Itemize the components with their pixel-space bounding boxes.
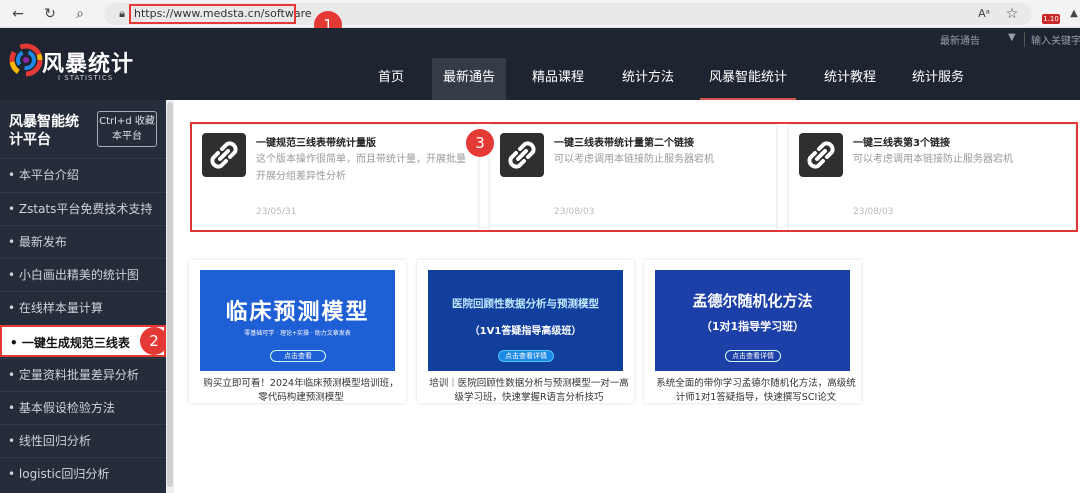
link-icon <box>500 133 544 177</box>
site-logo[interactable]: 风暴统计 I STATISTICS <box>6 36 138 92</box>
banner-button[interactable]: 点击查看 <box>270 350 326 362</box>
favorite-star-icon[interactable]: ☆ <box>1002 4 1022 24</box>
link-icon <box>202 133 246 177</box>
link-card-1[interactable]: 一键规范三线表带统计量版 这个版本操作很简单，而且带统计量，开展批量开展分组差异… <box>192 125 478 230</box>
sidebar-item-charts[interactable]: • 小白画出精美的统计图 <box>0 258 166 290</box>
scrollbar[interactable] <box>166 100 174 493</box>
sidebar-title: 风暴智能统计平台 <box>9 114 79 148</box>
annotation-marker-2: 2 <box>140 327 168 355</box>
banner-subtitle: （1对1指导学习班） <box>700 320 805 333</box>
nav-latest[interactable]: 最新通告 <box>432 58 506 100</box>
course-banner[interactable]: 医院回顾性数据分析与预测模型 （1V1答疑指导高级班） 点击查看详情 <box>428 270 623 371</box>
read-aloud-icon[interactable]: Aᵃ <box>974 4 994 24</box>
card-title[interactable]: 一键规范三线表带统计量版 <box>256 134 376 149</box>
extension-icon[interactable]: ▲ <box>1064 4 1080 24</box>
back-icon[interactable]: ← <box>8 4 28 24</box>
banner-title: 临床预测模型 <box>225 300 370 325</box>
sidebar-item-latest[interactable]: • 最新发布 <box>0 225 166 257</box>
link-icon <box>799 133 843 177</box>
nav-services[interactable]: 统计服务 <box>904 58 972 100</box>
course-banner[interactable]: 临床预测模型 零基础可学 · 理论+实操 · 助力文章发表 点击查看 <box>200 270 395 371</box>
sidebar-item-support[interactable]: • Zstats平台免费技术支持 <box>0 192 166 224</box>
search-icon[interactable]: ⌕ <box>70 4 90 24</box>
course-description[interactable]: 培训｜医院回顾性数据分析与预测模型一对一高级学习班，快速掌握R语言分析技巧 <box>429 377 629 405</box>
logo-mark-icon <box>9 43 43 77</box>
scrollbar-thumb[interactable] <box>167 102 173 487</box>
nav-courses[interactable]: 精品课程 <box>524 58 592 100</box>
card-date: 23/05/31 <box>256 207 297 217</box>
banner-button[interactable]: 点击查看详情 <box>498 350 554 362</box>
chevron-down-icon[interactable]: ▼ <box>1008 32 1016 43</box>
banner-subtitle: （1V1答疑指导高级班） <box>469 326 582 337</box>
course-description[interactable]: 购买立即可看！2024年临床预测模型培训班，零代码构建预测模型 <box>201 377 401 405</box>
link-card-2[interactable]: 一键三线表带统计量第二个链接 可以考虑调用本链接防止服务器宕机 23/08/03 <box>490 125 776 230</box>
link-card-3[interactable]: 一键三线表第3个链接 可以考虑调用本链接防止服务器宕机 23/08/03 <box>789 125 1075 230</box>
url-highlight-box <box>129 4 296 24</box>
sidebar-item-hypothesis[interactable]: • 基本假设检验方法 <box>0 391 166 423</box>
course-card-2[interactable]: 医院回顾性数据分析与预测模型 （1V1答疑指导高级班） 点击查看详情 培训｜医院… <box>417 260 634 403</box>
sidebar-item-logistic[interactable]: • logistic回归分析 <box>0 457 166 489</box>
bookmark-button[interactable]: Ctrl+d 收藏本平台 <box>97 111 157 147</box>
course-banner[interactable]: 孟德尔随机化方法 （1对1指导学习班） 点击查看详情 <box>655 270 850 371</box>
logo-subtext: I STATISTICS <box>58 74 114 82</box>
extension-badge[interactable]: 1.10 <box>1042 14 1060 24</box>
sidebar-item-batch-diff[interactable]: • 定量资料批量差异分析 <box>0 358 166 390</box>
nav-smart-stats[interactable]: 风暴智能统计 <box>700 58 796 100</box>
card-title[interactable]: 一键三线表第3个链接 <box>853 134 950 149</box>
banner-button[interactable]: 点击查看详情 <box>725 350 781 362</box>
refresh-icon[interactable]: ↻ <box>40 4 60 24</box>
course-card-3[interactable]: 孟德尔随机化方法 （1对1指导学习班） 点击查看详情 系统全面的带你学习孟德尔随… <box>644 260 861 403</box>
nav-methods[interactable]: 统计方法 <box>614 58 682 100</box>
sidebar-item-intro[interactable]: • 本平台介绍 <box>0 158 166 190</box>
banner-title: 孟德尔随机化方法 <box>692 292 813 310</box>
annotation-marker-3: 3 <box>466 129 494 157</box>
banner-title: 医院回顾性数据分析与预测模型 <box>452 298 599 310</box>
card-desc: 这个版本操作很简单，而且带统计量，开展批量开展分组差异性分析 <box>256 154 466 182</box>
banner-subtitle: 零基础可学 · 理论+实操 · 助力文章发表 <box>244 330 351 337</box>
sidebar-item-linear[interactable]: • 线性回归分析 <box>0 424 166 456</box>
search-input[interactable]: 输入关键字 <box>1024 32 1080 47</box>
card-desc: 可以考虑调用本链接防止服务器宕机 <box>853 154 1013 165</box>
card-title[interactable]: 一键三线表带统计量第二个链接 <box>554 134 694 149</box>
nav-tutorials[interactable]: 统计教程 <box>816 58 884 100</box>
nav-home[interactable]: 首页 <box>366 58 416 100</box>
top-link-latest[interactable]: 最新通告 <box>940 32 980 47</box>
card-date: 23/08/03 <box>853 207 894 217</box>
card-desc: 可以考虑调用本链接防止服务器宕机 <box>554 154 714 165</box>
course-card-1[interactable]: 临床预测模型 零基础可学 · 理论+实操 · 助力文章发表 点击查看 购买立即可… <box>189 260 406 403</box>
course-description[interactable]: 系统全面的带你学习孟德尔随机化方法，高级统计师1对1答疑指导，快速撰写SCI论文 <box>656 377 856 405</box>
card-date: 23/08/03 <box>554 207 595 217</box>
sidebar-item-sample-size[interactable]: • 在线样本量计算 <box>0 291 166 323</box>
